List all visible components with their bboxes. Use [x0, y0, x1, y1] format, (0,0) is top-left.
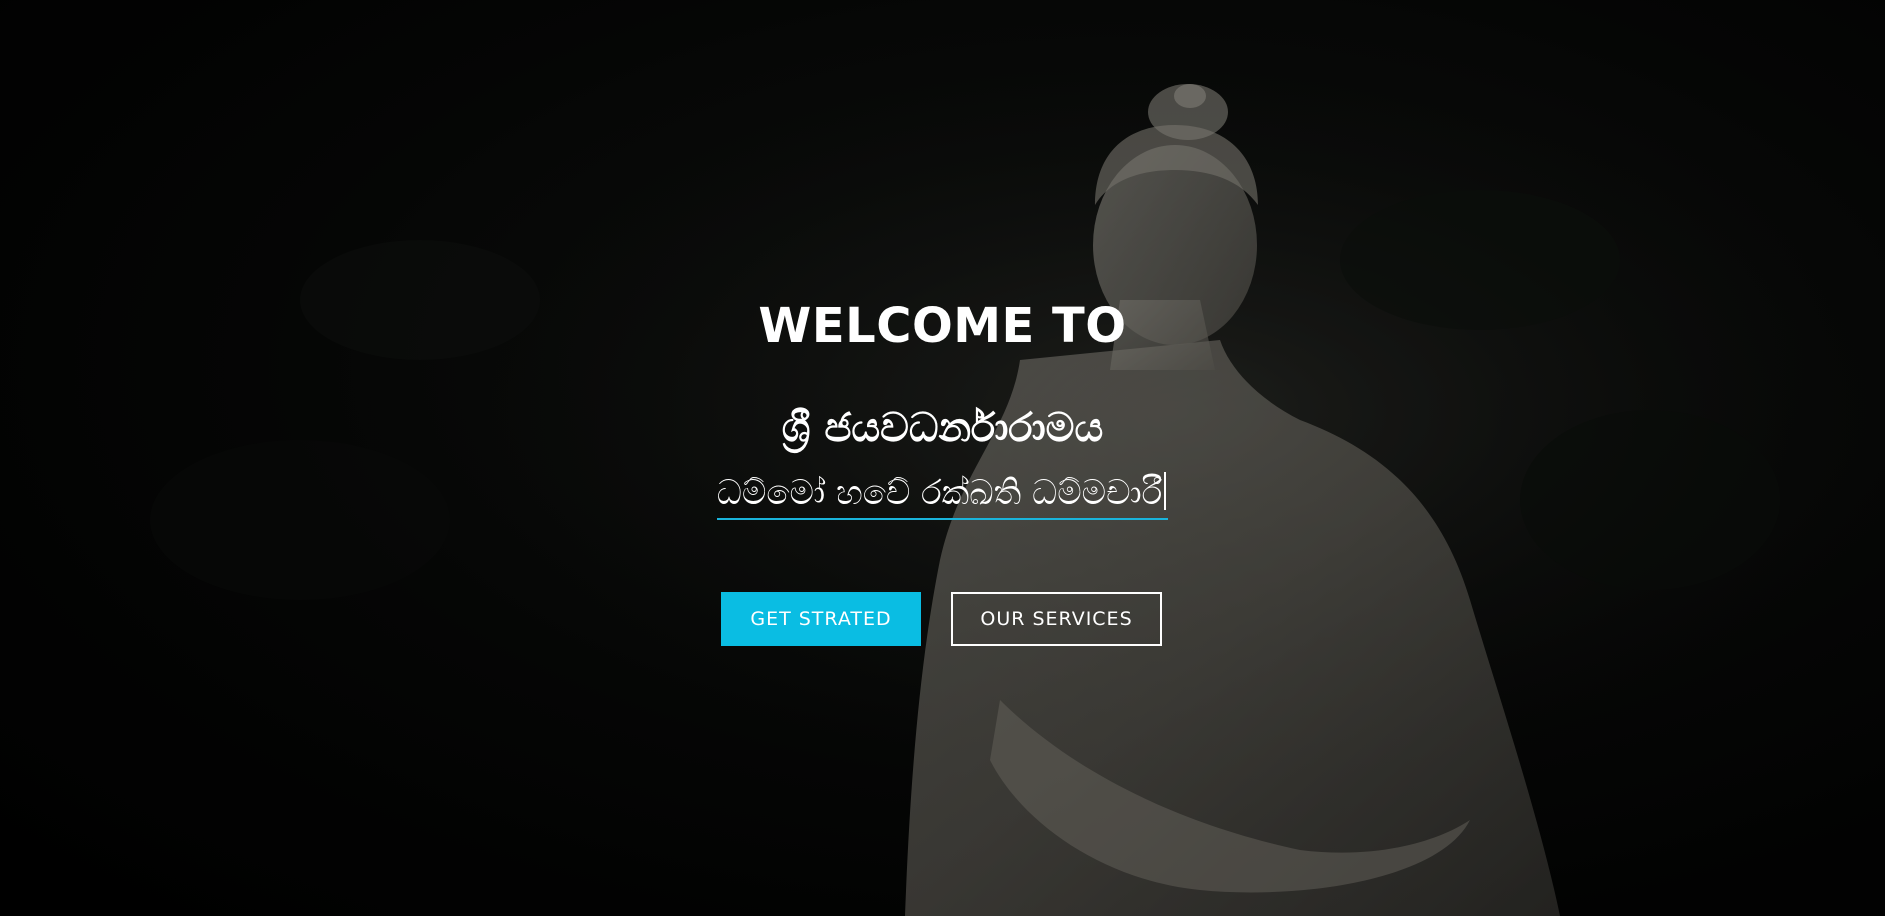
get-started-button[interactable]: GET STRATED: [721, 592, 921, 646]
temple-name-heading: ශ්‍රී ජයවධර්නාරාමය: [781, 405, 1104, 451]
tagline-text: ධම්මෝ හවේ රක්ඛති ධම්මචාරී: [716, 473, 1163, 513]
welcome-heading: WELCOME TO: [758, 298, 1127, 354]
hero-section: WELCOME TO ශ්‍රී ජයවධර්නාරාමය ධම්මෝ හවේ …: [0, 0, 1885, 916]
typing-caret-icon: [1164, 472, 1167, 510]
hero-buttons: GET STRATED OUR SERVICES: [721, 592, 1162, 646]
tagline-container: ධම්මෝ හවේ රක්ඛති ධම්මචාරී: [0, 470, 1885, 520]
hero-content: WELCOME TO ශ්‍රී ජයවධර්නාරාමය ධම්මෝ හවේ …: [0, 0, 1885, 916]
typed-tagline: ධම්මෝ හවේ රක්ඛති ධම්මචාරී: [716, 470, 1169, 520]
our-services-button[interactable]: OUR SERVICES: [951, 592, 1162, 646]
